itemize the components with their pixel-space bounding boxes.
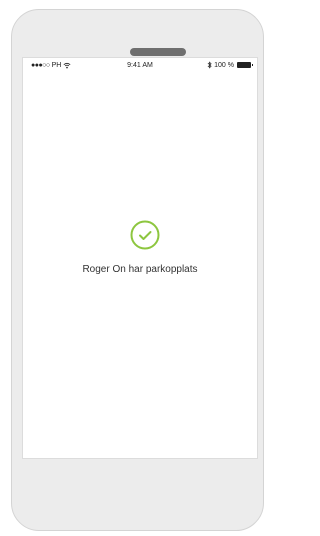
battery-icon bbox=[237, 62, 253, 68]
battery-percentage: 100 % bbox=[214, 61, 234, 69]
checkmark-circle-icon bbox=[130, 220, 160, 250]
phone-speaker bbox=[130, 48, 186, 56]
phone-screen: ●●●○○ PH 9:41 AM 100 % Roger On har park… bbox=[22, 57, 258, 459]
bluetooth-icon bbox=[207, 61, 212, 69]
pairing-success-message: Roger On har parkopplats bbox=[82, 264, 198, 275]
status-right: 100 % bbox=[207, 61, 253, 69]
status-bar: ●●●○○ PH 9:41 AM 100 % bbox=[23, 58, 257, 74]
